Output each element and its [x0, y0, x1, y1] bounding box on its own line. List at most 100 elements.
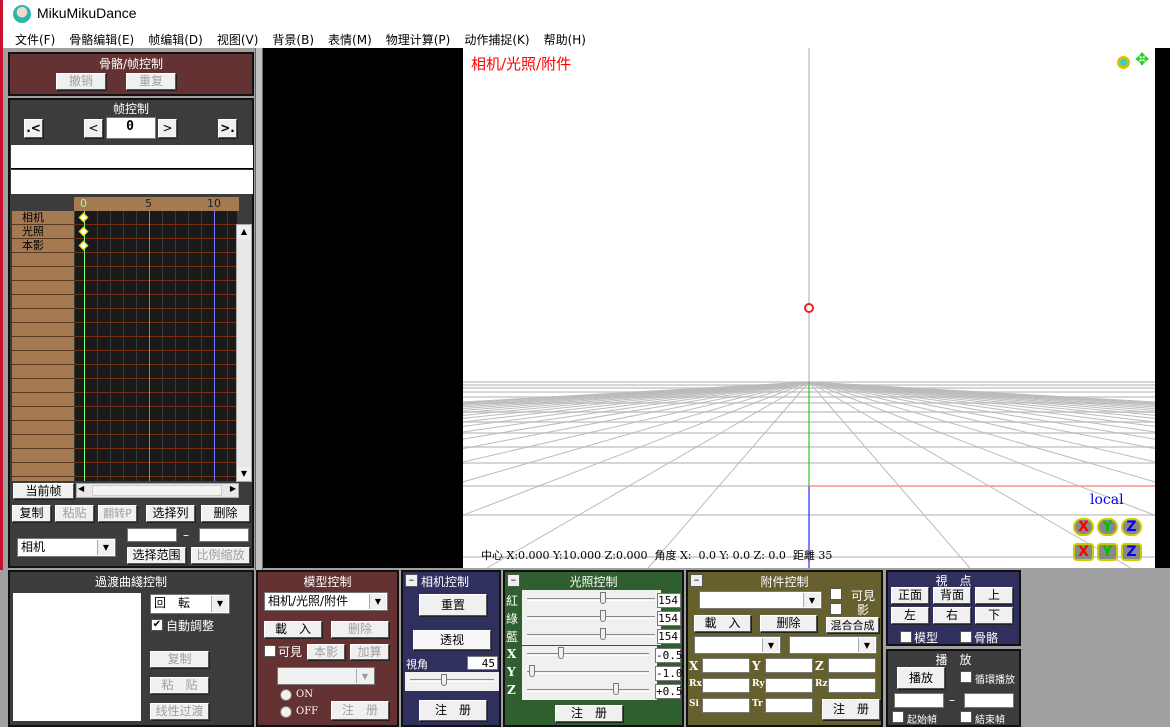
timeline-hscrollbar[interactable]: ◀ ▶: [76, 483, 239, 498]
accessory-ry-input[interactable]: [765, 678, 813, 693]
add-button[interactable]: 加算: [350, 644, 389, 660]
accessory-y-input[interactable]: [765, 658, 813, 673]
current-frame-button[interactable]: 当前帧: [13, 483, 74, 499]
viewpoint-model-checkbox[interactable]: [900, 631, 912, 643]
menu-file[interactable]: 文件(F): [13, 28, 62, 48]
accessory-register-button[interactable]: 注 册: [822, 699, 880, 720]
flip-paste-button[interactable]: 翻转P: [98, 505, 137, 522]
accessory-delete-button[interactable]: 删除: [760, 615, 817, 632]
curve-copy-button[interactable]: 复制: [150, 651, 209, 668]
3d-viewport[interactable]: 相机/光照/附件 ✥ local XYZ XYZ 中心 X:0.000 Y:10…: [463, 48, 1155, 568]
viewpoint-button-4[interactable]: 右: [933, 607, 971, 624]
curve-type-select[interactable]: 回 転 ▼: [150, 594, 230, 614]
range-from-input[interactable]: [127, 528, 177, 542]
accessory-parent-select[interactable]: ▼: [694, 636, 781, 654]
rotate-z-axis-icon[interactable]: Z: [1121, 518, 1142, 536]
light-direction-slider[interactable]: [527, 653, 649, 656]
keyframe-diamond[interactable]: [78, 240, 89, 251]
perspective-toggle[interactable]: 透视: [413, 630, 491, 650]
track-label[interactable]: [12, 365, 74, 379]
light-color-input[interactable]: 154: [657, 593, 681, 608]
menu-expression[interactable]: 表情(M): [326, 28, 379, 48]
keyframe-diamond[interactable]: [78, 226, 89, 237]
redo-button[interactable]: 重复: [126, 73, 176, 90]
menu-motion-capture[interactable]: 动作捕捉(K): [462, 28, 536, 48]
light-direction-slider[interactable]: [527, 671, 649, 674]
on-radio[interactable]: [280, 689, 292, 701]
prev-frame-button[interactable]: <: [84, 119, 103, 138]
accessory-rx-input[interactable]: [702, 678, 750, 693]
move-x-axis-icon[interactable]: X: [1073, 543, 1094, 561]
accessory-visible-checkbox[interactable]: [830, 588, 842, 600]
center-point[interactable]: [804, 303, 814, 313]
model-delete-button[interactable]: 删除: [331, 621, 389, 638]
linear-button[interactable]: 线性过渡: [150, 703, 209, 720]
light-register-button[interactable]: 注 册: [555, 705, 623, 722]
slider-thumb[interactable]: [529, 665, 536, 677]
slider-thumb[interactable]: [600, 592, 607, 604]
light-color-slider[interactable]: [527, 616, 655, 619]
model-register-button[interactable]: 注 册: [331, 701, 389, 720]
local-label[interactable]: local: [1090, 492, 1124, 508]
slider-thumb[interactable]: [600, 628, 607, 640]
select-column-button[interactable]: 选择列: [146, 505, 195, 522]
menu-help[interactable]: 帮助(H): [542, 28, 593, 48]
light-direction-slider[interactable]: [527, 689, 649, 692]
fov-slider[interactable]: [405, 672, 499, 691]
scroll-down-icon[interactable]: ▼: [237, 467, 251, 481]
collapse-icon[interactable]: –: [405, 574, 418, 587]
undo-button[interactable]: 撤销: [56, 73, 106, 90]
light-color-slider[interactable]: [527, 634, 655, 637]
play-button[interactable]: 播放: [897, 667, 945, 689]
menu-frame-edit[interactable]: 帧编辑(D): [146, 28, 210, 48]
model-load-button[interactable]: 載 入: [264, 621, 322, 638]
move-z-axis-icon[interactable]: Z: [1121, 543, 1142, 561]
track-label[interactable]: [12, 379, 74, 393]
timeline-grid[interactable]: [75, 211, 237, 481]
track-label[interactable]: [12, 449, 74, 463]
track-label[interactable]: [12, 407, 74, 421]
scroll-right-icon[interactable]: ▶: [230, 484, 236, 493]
last-frame-button[interactable]: >.: [218, 119, 237, 138]
start-frame-checkbox[interactable]: [892, 711, 904, 723]
menu-physics[interactable]: 物理计算(P): [384, 28, 458, 48]
slider-thumb[interactable]: [612, 683, 619, 695]
menu-view[interactable]: 视图(V): [215, 28, 266, 48]
play-start-input[interactable]: [894, 693, 944, 708]
viewpoint-button-3[interactable]: 左: [891, 607, 929, 624]
track-label[interactable]: [12, 351, 74, 365]
slider-thumb[interactable]: [558, 647, 565, 659]
copy-button[interactable]: 复制: [12, 505, 51, 522]
fov-input[interactable]: 45: [467, 656, 498, 670]
select-range-button[interactable]: 选择范围: [127, 547, 186, 564]
target-select[interactable]: 相机 ▼: [17, 538, 116, 557]
play-end-input[interactable]: [964, 693, 1014, 708]
next-frame-button[interactable]: >: [158, 119, 177, 138]
end-frame-checkbox[interactable]: [960, 711, 972, 723]
track-label[interactable]: 本影: [12, 239, 74, 253]
light-direction-input[interactable]: -1.0: [655, 666, 683, 681]
accessory-si-input[interactable]: [702, 698, 750, 713]
accessory-rz-input[interactable]: [828, 678, 876, 693]
accessory-select[interactable]: ▼: [699, 591, 822, 609]
accessory-tr-input[interactable]: [765, 698, 813, 713]
curve-editor[interactable]: [13, 593, 141, 721]
timeline-ruler[interactable]: 0 5 10: [74, 197, 239, 211]
blend-button[interactable]: 混合合成: [826, 617, 879, 633]
camera-reset-button[interactable]: 重置: [419, 594, 487, 616]
timeline-vscrollbar[interactable]: ▲ ▼: [236, 224, 252, 482]
track-label[interactable]: [12, 435, 74, 449]
splitter[interactable]: [255, 48, 263, 570]
track-label[interactable]: [12, 267, 74, 281]
track-label[interactable]: 相机: [12, 211, 74, 225]
viewpoint-button-5[interactable]: 下: [975, 607, 1013, 624]
light-direction-input[interactable]: -0.5: [655, 648, 683, 663]
shadow-button[interactable]: 本影: [307, 644, 345, 660]
visible-checkbox[interactable]: [264, 645, 276, 657]
scroll-thumb[interactable]: [92, 485, 222, 496]
model-sub-select[interactable]: ▼: [277, 667, 375, 685]
track-label[interactable]: [12, 463, 74, 477]
viewpoint-button-2[interactable]: 上: [975, 587, 1013, 604]
accessory-x-input[interactable]: [702, 658, 750, 673]
accessory-z-input[interactable]: [828, 658, 876, 673]
